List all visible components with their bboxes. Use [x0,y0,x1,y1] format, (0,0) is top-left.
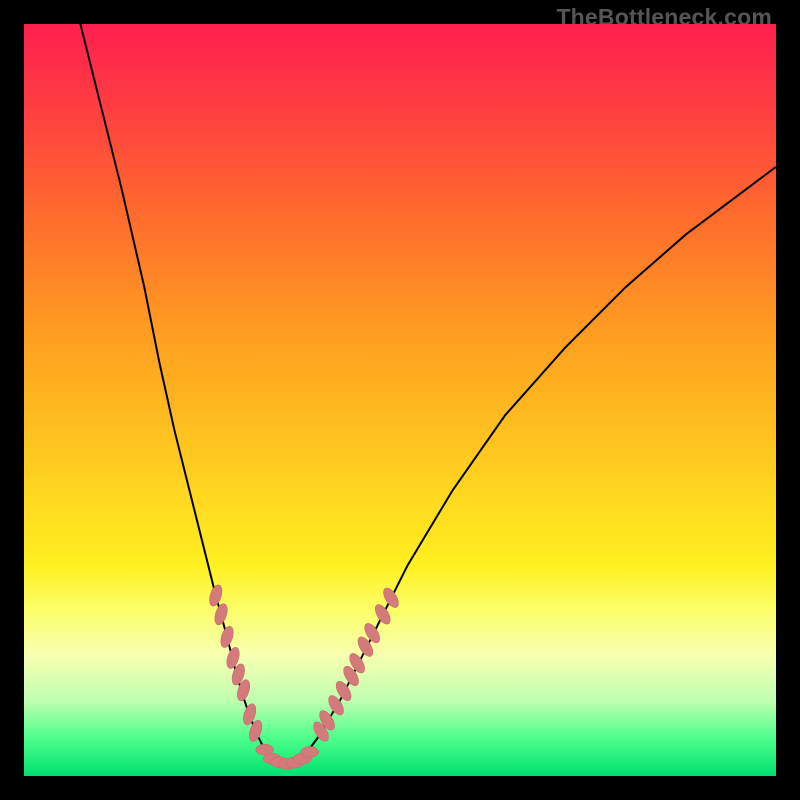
plot-area [24,24,776,776]
data-bead [301,746,319,757]
bottleneck-curve [77,24,776,764]
curve-layer [24,24,776,776]
data-bead [380,586,401,610]
data-bead [372,602,393,626]
data-bead [218,625,235,649]
chart-frame: TheBottleneck.com [0,0,800,800]
beads-group [207,583,401,769]
